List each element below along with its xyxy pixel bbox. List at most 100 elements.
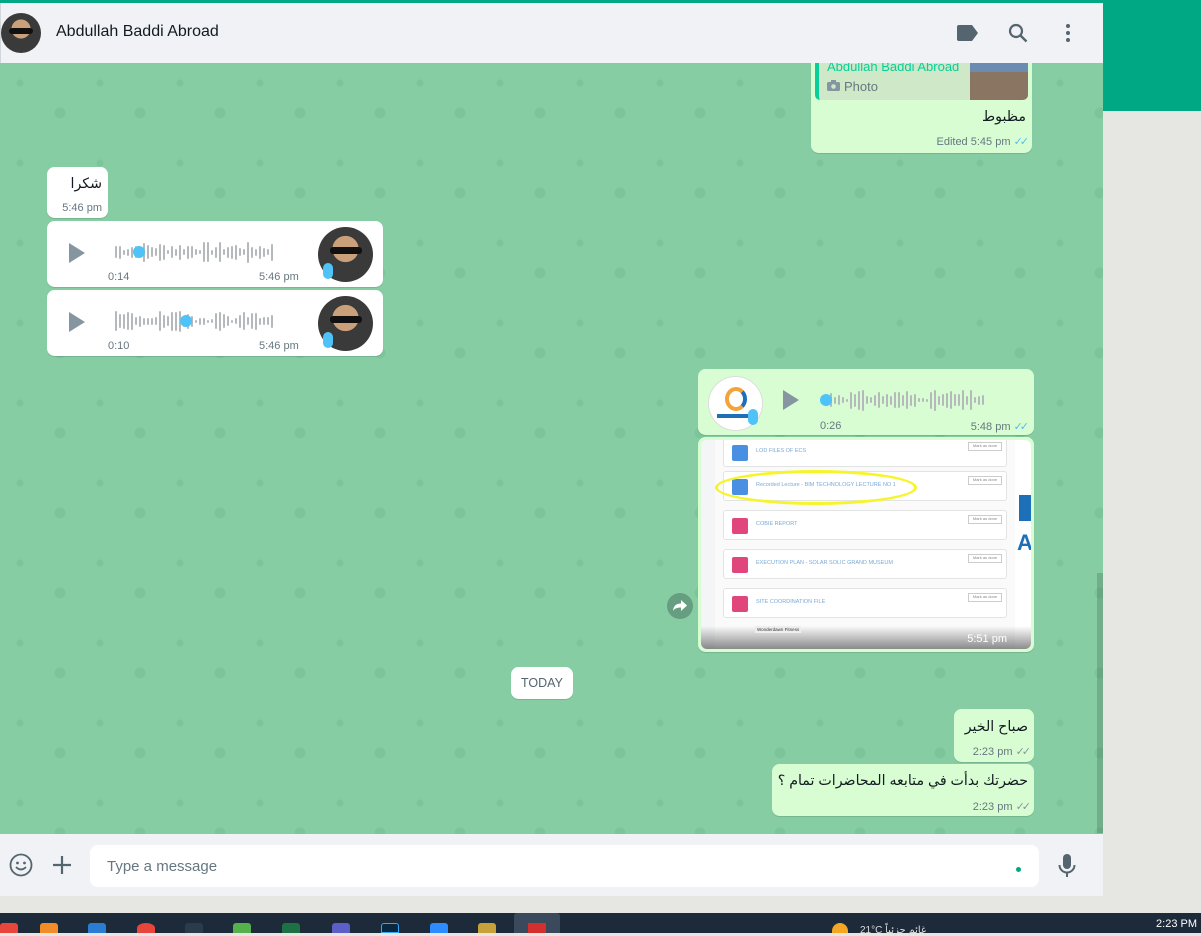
waveform-bar (155, 248, 157, 256)
waveform-bar (263, 317, 265, 325)
emoji-icon[interactable] (9, 853, 33, 882)
app-icon[interactable] (40, 923, 58, 933)
waveform-bar (263, 247, 265, 257)
waveform-bar (119, 245, 121, 259)
waveform-bar (223, 314, 225, 328)
waveform-bar (211, 249, 213, 255)
mic-icon (323, 332, 333, 348)
composer (0, 834, 1103, 896)
label-icon[interactable] (956, 21, 980, 45)
waveform-bar (119, 314, 121, 328)
app-icon[interactable] (185, 923, 203, 933)
document-row: SITE COORDINATION FILE Mark as done (723, 588, 1007, 618)
search-icon[interactable] (1006, 21, 1030, 45)
waveform-bar (163, 244, 165, 260)
waveform-bar (139, 315, 141, 327)
message-incoming[interactable]: شكرا 5:46 pm (47, 167, 108, 218)
contact-avatar[interactable] (1, 13, 41, 53)
message-text: مظبوط (982, 109, 1026, 125)
os-taskbar: 21°C غائم جزئياً 2:23 PM (0, 913, 1201, 936)
highlight-circle (715, 470, 917, 505)
waveform-bar (223, 249, 225, 255)
waveform-bar (902, 394, 904, 406)
waveform-bar (115, 246, 117, 258)
voice-waveform[interactable] (115, 309, 273, 333)
waveform-bar (179, 244, 181, 260)
teams-icon[interactable] (332, 923, 350, 933)
waveform-bar (914, 393, 916, 407)
zoom-icon[interactable] (430, 923, 448, 933)
voice-waveform[interactable] (826, 388, 984, 412)
message-time: 5:45 pm (970, 136, 1011, 148)
shared-screenshot[interactable]: LOD FILES OF ECS Mark as done Recorded L… (701, 440, 1031, 649)
chat-scrollbar[interactable] (1097, 573, 1103, 833)
mic-icon (323, 263, 333, 279)
read-ticks-icon: ✓✓ (1013, 136, 1030, 148)
voice-duration: 0:26 (820, 420, 842, 432)
app-icon[interactable] (233, 923, 251, 933)
message-outgoing[interactable]: صباح الخير 2:23 pm ✓✓ (954, 709, 1034, 762)
play-button-icon[interactable] (783, 390, 799, 410)
contact-name[interactable]: Abdullah Baddi Abroad (56, 23, 219, 41)
message-time: 5:46 pm (259, 271, 299, 283)
voice-message-outgoing[interactable]: 0:26 5:48 pm ✓✓ (698, 369, 1034, 435)
waveform-bar (962, 390, 964, 410)
weather-icon[interactable] (832, 923, 848, 933)
image-message[interactable]: LOD FILES OF ECS Mark as done Recorded L… (698, 437, 1034, 652)
message-list[interactable]: Abdullah Baddi Abroad Photo مظبوط Edited… (0, 63, 1103, 834)
waveform-bar (954, 394, 956, 406)
document-row: COBIE REPORT Mark as done (723, 510, 1007, 540)
photoshop-icon[interactable] (381, 923, 399, 933)
waveform-bar (858, 390, 860, 410)
waveform-bar (203, 317, 205, 325)
waveform-bar (934, 389, 936, 411)
active-app-slot[interactable] (514, 913, 560, 933)
chrome-icon[interactable] (137, 923, 155, 933)
waveform-bar (123, 249, 125, 255)
play-button-icon[interactable] (69, 312, 85, 332)
waveform-bar (231, 245, 233, 259)
waveform-bar (167, 316, 169, 326)
waveform-bar (163, 314, 165, 328)
taskbar-clock[interactable]: 2:23 PM (1156, 918, 1197, 930)
weather-temp: 21°C (860, 925, 883, 936)
waveform-bar (171, 311, 173, 331)
voice-progress-handle[interactable] (820, 394, 832, 406)
app-icon[interactable] (478, 923, 496, 933)
waveform-bar (243, 249, 245, 255)
status-dot (1016, 867, 1021, 872)
weather-desc: غائم جزئياً (885, 925, 927, 936)
app-icon[interactable] (0, 923, 18, 933)
play-button-icon[interactable] (69, 243, 85, 263)
attach-plus-icon[interactable] (51, 854, 73, 881)
waveform-bar (167, 250, 169, 254)
date-divider: TODAY (511, 667, 573, 699)
waveform-bar (866, 396, 868, 404)
waveform-bar (175, 248, 177, 256)
waveform-bar (235, 318, 237, 324)
message-quoted-reply[interactable]: Abdullah Baddi Abroad Photo مظبوط Edited… (811, 63, 1032, 153)
waveform-bar (926, 398, 928, 402)
message-input[interactable] (90, 845, 1039, 887)
message-outgoing[interactable]: حضرتك بدأت في متابعه المحاضرات تمام ؟ 2:… (772, 764, 1034, 816)
voice-message[interactable]: 0:10 5:46 pm (47, 290, 383, 356)
quoted-thumbnail (970, 63, 1028, 100)
waveform-bar (946, 392, 948, 408)
waveform-bar (982, 395, 984, 405)
waveform-bar (127, 312, 129, 330)
voice-message[interactable]: 0:14 5:46 pm (47, 221, 383, 287)
app-icon[interactable] (88, 923, 106, 933)
excel-icon[interactable] (282, 923, 300, 933)
quoted-type: Photo (844, 79, 878, 94)
waveform-bar (255, 312, 257, 330)
waveform-bar (255, 248, 257, 256)
quoted-preview[interactable]: Abdullah Baddi Abroad Photo (815, 63, 1028, 100)
waveform-bar (930, 391, 932, 409)
voice-progress-handle[interactable] (180, 315, 193, 327)
voice-progress-handle[interactable] (132, 246, 145, 258)
microphone-icon[interactable] (1058, 854, 1076, 883)
menu-icon[interactable] (1056, 21, 1080, 45)
forward-button[interactable] (667, 593, 693, 619)
waveform-bar (862, 389, 864, 411)
waveform-bar (199, 317, 201, 325)
